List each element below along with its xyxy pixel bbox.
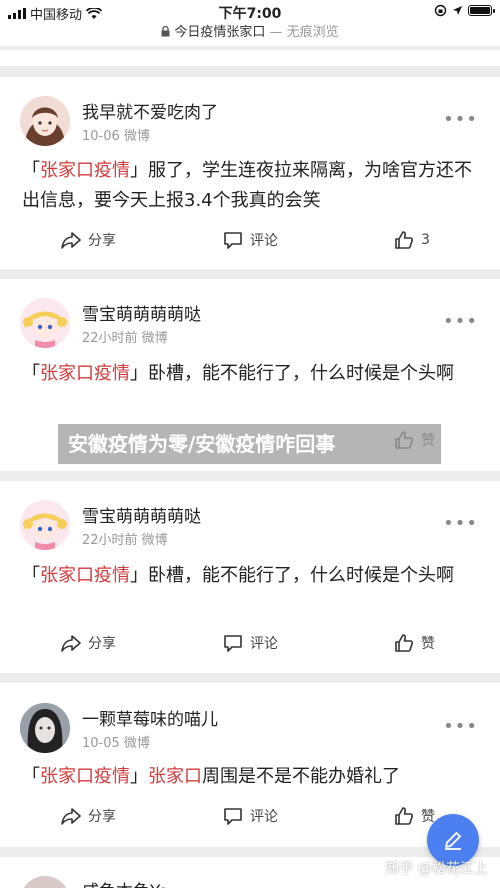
location-icon: [453, 6, 462, 15]
avatar[interactable]: [20, 96, 70, 146]
comment-button[interactable]: 评论: [222, 229, 278, 251]
post-text: 周围是不是不能办婚礼了: [202, 766, 400, 787]
post-actions: 分享 评论 赞: [0, 805, 500, 829]
like-button[interactable]: 赞: [393, 805, 435, 827]
post-actions: 分享 评论 3: [0, 229, 500, 253]
like-button[interactable]: 赞: [393, 632, 435, 654]
more-options-button[interactable]: •••: [443, 109, 478, 130]
feed-card[interactable]: 一颗草莓味的喵儿 10-05 微博 ••• 「张家口疫情」张家口周围是不是不能办…: [0, 683, 500, 847]
share-icon: [61, 808, 81, 825]
thumbs-up-icon: [395, 807, 413, 825]
post-content[interactable]: 「张家口疫情」服了，学生连夜拉来隔离，为啥官方还不出信息，要今天上报3.4个我真…: [22, 156, 478, 216]
post-actions: 分享 评论 赞: [0, 632, 500, 656]
comment-label: 评论: [250, 233, 278, 249]
author-name[interactable]: 咸鱼本鱼Yo: [82, 877, 169, 888]
avatar[interactable]: [20, 298, 70, 348]
keyword-link[interactable]: 张家口疫情: [40, 565, 130, 586]
quote-close: 」: [130, 363, 148, 384]
share-label: 分享: [88, 809, 116, 825]
quote-close: 」: [130, 160, 148, 181]
share-button[interactable]: 分享: [60, 229, 116, 251]
url-title: 今日疫情张家口: [174, 25, 266, 40]
comment-icon: [224, 635, 242, 652]
share-button[interactable]: 分享: [60, 805, 116, 827]
post-text: 卧槽，能不能行了，什么时候是个头啊: [148, 565, 454, 586]
avatar[interactable]: [20, 703, 70, 753]
like-count: 3: [421, 232, 430, 248]
quote-open: 「: [22, 766, 40, 787]
thumbs-up-icon: [395, 634, 413, 652]
comment-icon: [224, 232, 242, 249]
like-label: 赞: [421, 636, 435, 652]
feed-card[interactable]: 雪宝萌萌萌萌哒 22小时前 微博 ••• 「张家口疫情」卧槽，能不能行了，什么时…: [0, 481, 500, 673]
post-meta: 22小时前 微博: [82, 331, 168, 346]
share-button[interactable]: 分享: [60, 632, 116, 654]
quote-close: 」: [130, 766, 148, 787]
keyword-link[interactable]: 张家口: [148, 766, 202, 787]
more-options-button[interactable]: •••: [443, 311, 478, 332]
source-watermark: 知乎 @松花江上: [385, 861, 488, 877]
avatar[interactable]: [20, 500, 70, 550]
author-name[interactable]: 一颗草莓味的喵儿: [82, 705, 218, 730]
status-bar: 中国移动 下午7:00: [0, 0, 500, 24]
feed-card-partial: [0, 50, 500, 66]
comment-label: 评论: [250, 636, 278, 652]
keyword-link[interactable]: 张家口疫情: [40, 363, 130, 384]
author-name[interactable]: 雪宝萌萌萌萌哒: [82, 502, 201, 527]
comment-button[interactable]: 评论: [222, 805, 278, 827]
more-options-button[interactable]: •••: [443, 513, 478, 534]
lock-icon: [161, 25, 170, 37]
share-label: 分享: [88, 233, 116, 249]
status-time: 下午7:00: [218, 6, 282, 22]
quote-close: 」: [130, 565, 148, 586]
feed-card[interactable]: 我早就不爱吃肉了 10-06 微博 ••• 「张家口疫情」服了，学生连夜拉来隔离…: [0, 77, 500, 269]
quote-open: 「: [22, 160, 40, 181]
keyword-link[interactable]: 张家口疫情: [40, 160, 130, 181]
post-content[interactable]: 「张家口疫情」卧槽，能不能行了，什么时候是个头啊: [22, 561, 478, 591]
comment-icon: [224, 808, 242, 825]
post-meta: 10-05 微博: [82, 736, 150, 751]
orientation-lock-icon: [434, 4, 447, 17]
comment-label: 评论: [250, 809, 278, 825]
more-options-button[interactable]: •••: [443, 716, 478, 737]
post-text: 卧槽，能不能行了，什么时候是个头啊: [148, 363, 454, 384]
quote-open: 「: [22, 363, 40, 384]
author-name[interactable]: 雪宝萌萌萌萌哒: [82, 300, 201, 325]
url-bar[interactable]: 今日疫情张家口 — 无痕浏览: [0, 24, 500, 46]
share-label: 分享: [88, 636, 116, 652]
keyword-link[interactable]: 张家口疫情: [40, 766, 130, 787]
post-meta: 22小时前 微博: [82, 533, 168, 548]
author-name[interactable]: 我早就不爱吃肉了: [82, 98, 218, 123]
quote-open: 「: [22, 565, 40, 586]
share-icon: [61, 232, 81, 249]
post-content[interactable]: 「张家口疫情」卧槽，能不能行了，什么时候是个头啊: [22, 359, 478, 389]
private-mode-label: — 无痕浏览: [265, 25, 339, 40]
thumbs-up-icon: [395, 231, 413, 249]
avatar[interactable]: [20, 876, 70, 888]
post-meta: 10-06 微博: [82, 129, 150, 144]
battery-icon: [468, 5, 495, 16]
overlay-headline: 安徽疫情为零/安徽疫情咋回事: [58, 424, 441, 464]
comment-button[interactable]: 评论: [222, 632, 278, 654]
share-icon: [61, 635, 81, 652]
pencil-icon: [445, 832, 461, 850]
post-content[interactable]: 「张家口疫情」张家口周围是不是不能办婚礼了: [22, 762, 478, 792]
like-button[interactable]: 3: [393, 229, 430, 251]
